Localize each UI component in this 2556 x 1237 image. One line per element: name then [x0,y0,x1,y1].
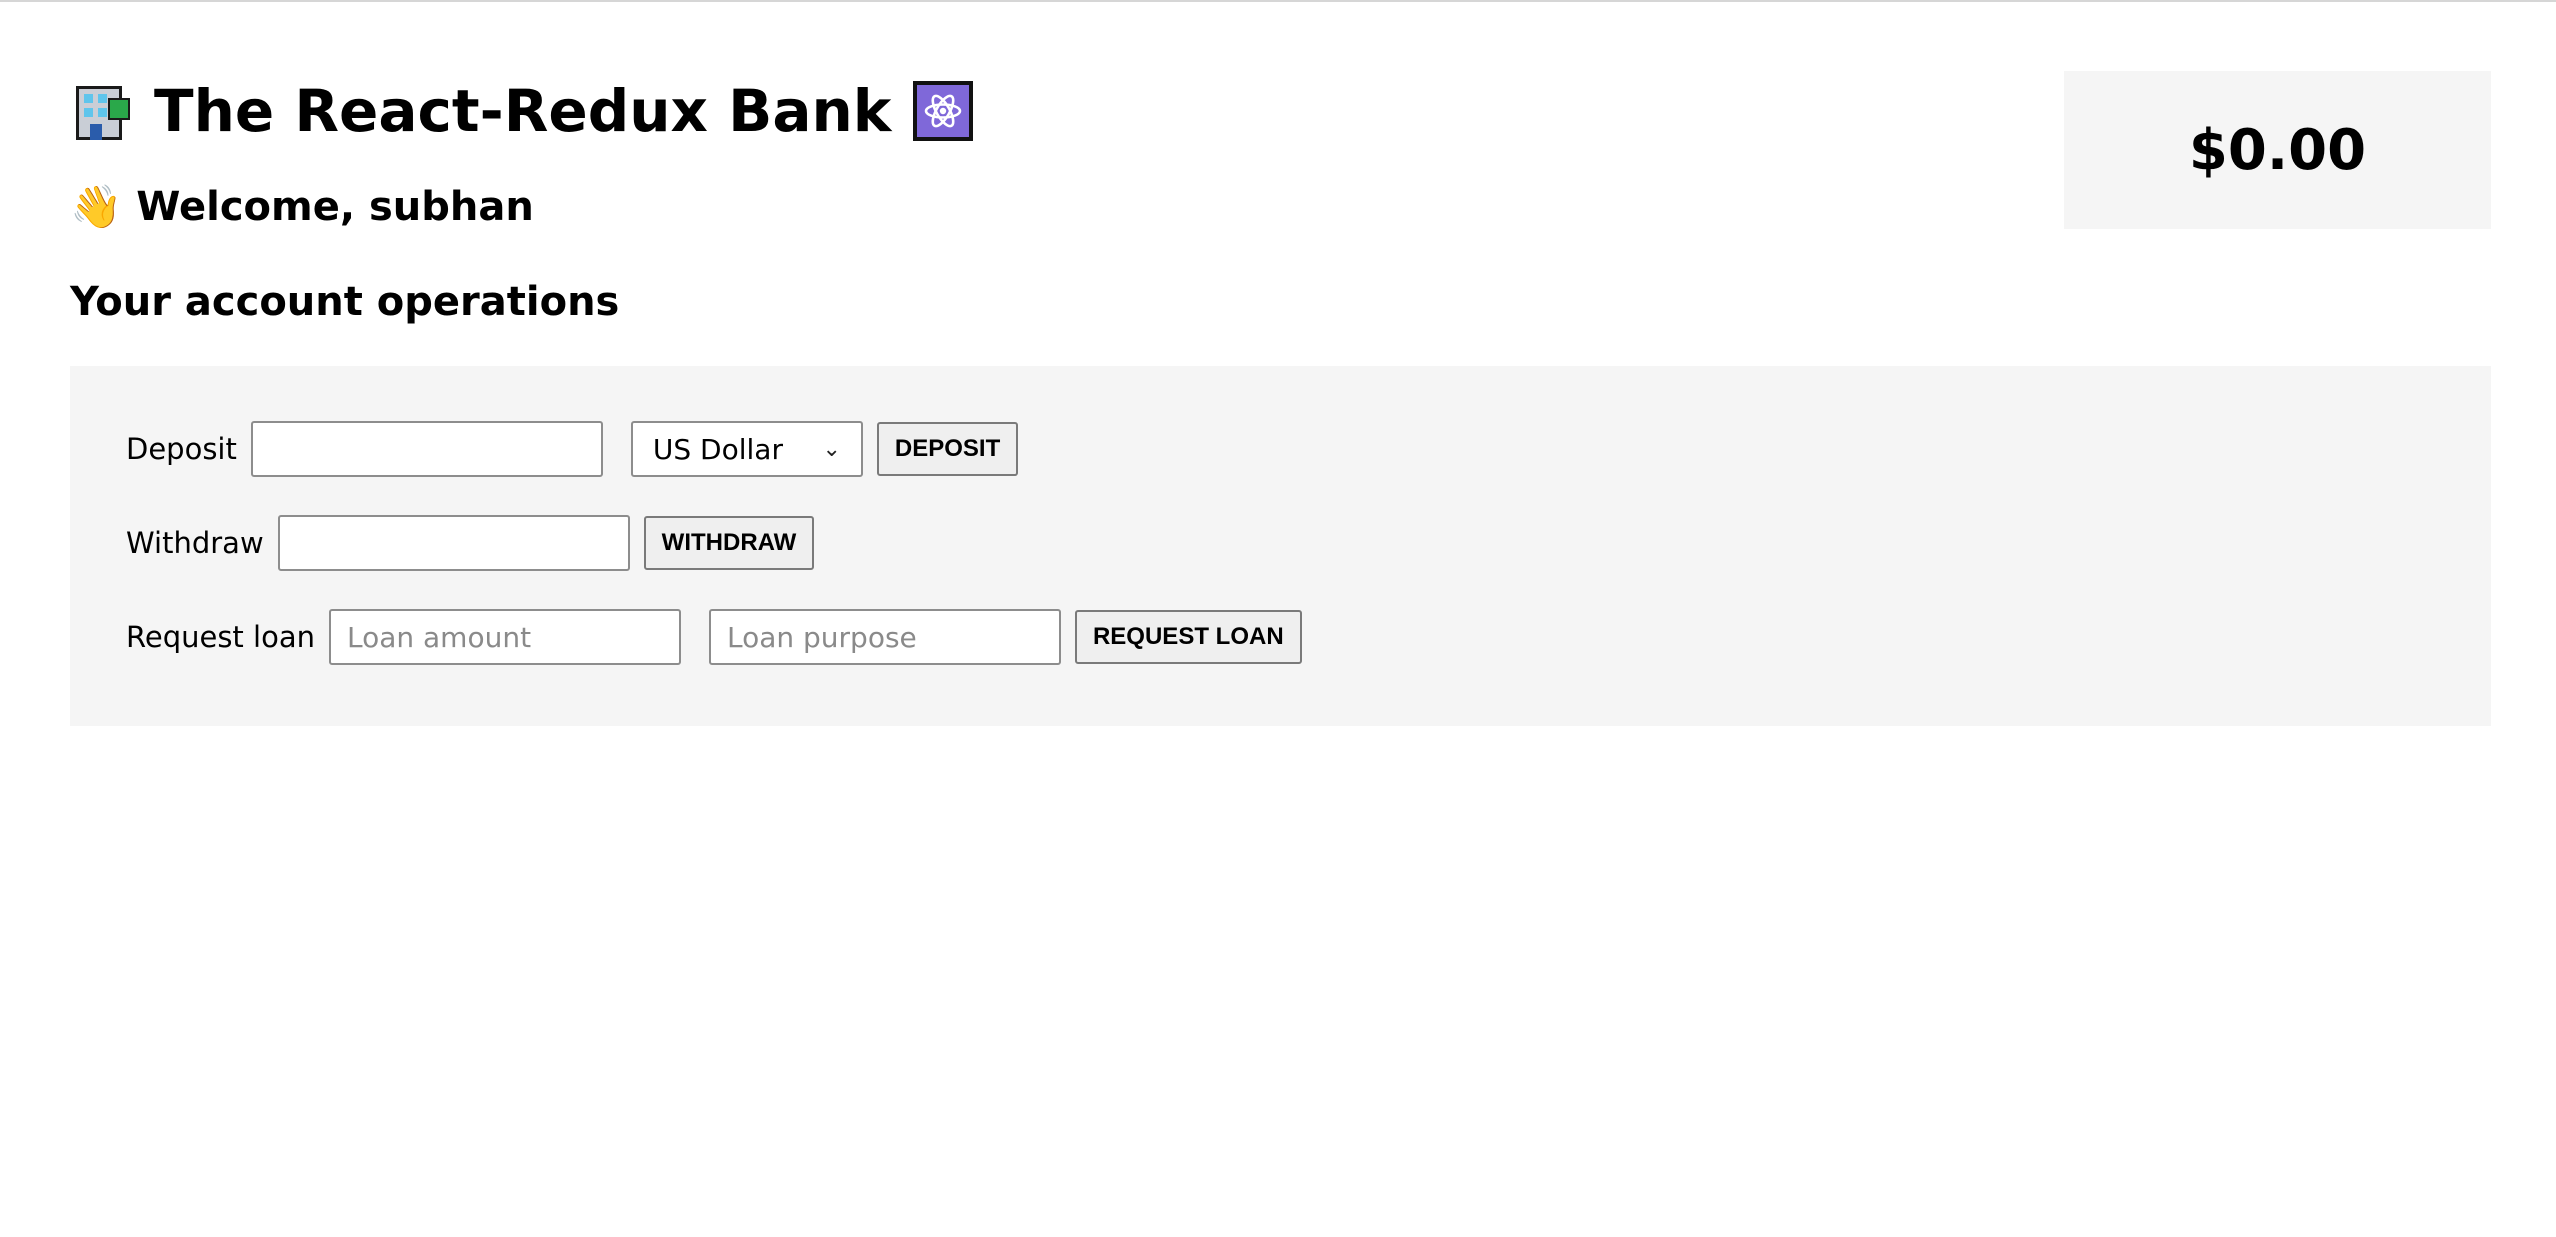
deposit-button[interactable]: DEPOSIT [876,422,1019,476]
withdraw-row: Withdraw WITHDRAW [126,514,815,572]
loan-label: Request loan [126,620,315,654]
atom-icon [913,81,974,141]
currency-selected-value: US Dollar [652,432,783,466]
header: The React-Redux Bank [70,76,974,146]
deposit-label: Deposit [126,432,237,466]
deposit-amount-input[interactable] [250,421,603,477]
operations-panel: Deposit US Dollar ⌄ DEPOSIT Withdraw WIT… [70,366,2491,726]
withdraw-button[interactable]: WITHDRAW [643,516,815,570]
welcome-message: 👋 Welcome, subhan [70,180,534,234]
top-border [0,0,2556,2]
operations-title: Your account operations [70,279,620,325]
currency-select[interactable]: US Dollar ⌄ [630,421,863,477]
chevron-down-icon: ⌄ [822,436,841,462]
withdraw-amount-input[interactable] [277,515,630,571]
request-loan-button[interactable]: REQUEST LOAN [1074,610,1302,664]
waving-hand-icon: 👋 [70,182,123,231]
deposit-row: Deposit US Dollar ⌄ DEPOSIT [126,420,1019,478]
loan-row: Request loan REQUEST LOAN [126,608,1302,666]
balance-display: $0.00 [2064,71,2491,229]
withdraw-label: Withdraw [126,526,264,560]
welcome-text: Welcome, subhan [136,184,534,230]
page-title: The React-Redux Bank [70,76,974,146]
title-text: The React-Redux Bank [154,77,892,145]
loan-amount-input[interactable] [328,609,681,665]
building-icon [70,80,132,142]
loan-purpose-input[interactable] [708,609,1061,665]
